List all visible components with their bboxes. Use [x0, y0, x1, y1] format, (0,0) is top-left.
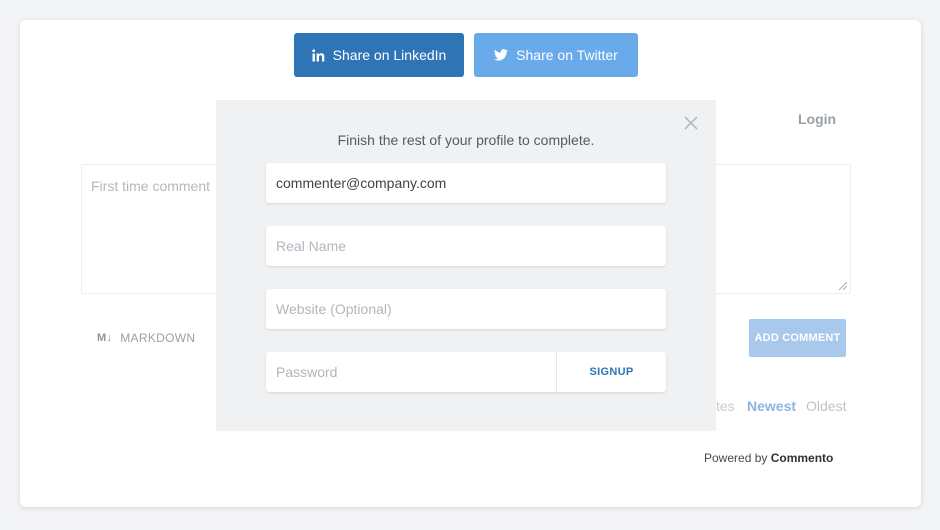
- twitter-icon: [494, 49, 509, 61]
- powered-by[interactable]: Powered by Commento: [704, 451, 833, 465]
- website-field[interactable]: Website (Optional): [266, 289, 666, 329]
- password-placeholder: Password: [276, 364, 338, 380]
- sort-newest[interactable]: Newest: [747, 398, 796, 414]
- real-name-field[interactable]: Real Name: [266, 226, 666, 266]
- add-comment-button[interactable]: ADD COMMENT: [749, 319, 846, 357]
- markdown-icon: M↓: [97, 332, 113, 344]
- share-twitter-button[interactable]: Share on Twitter: [474, 33, 638, 77]
- login-link[interactable]: Login: [798, 111, 836, 127]
- comment-placeholder: First time comment: [91, 178, 211, 194]
- resize-grip-icon[interactable]: [836, 279, 848, 291]
- powered-prefix: Powered by: [704, 451, 768, 465]
- powered-brand: Commento: [770, 451, 834, 465]
- share-linkedin-button[interactable]: Share on LinkedIn: [294, 33, 464, 77]
- real-name-placeholder: Real Name: [276, 238, 347, 254]
- password-field[interactable]: Password: [266, 352, 556, 392]
- email-field[interactable]: commenter@company.com: [266, 163, 666, 203]
- markdown-label: MARKDOWN: [120, 331, 196, 345]
- share-linkedin-label: Share on LinkedIn: [332, 47, 447, 63]
- website-placeholder: Website (Optional): [276, 301, 392, 317]
- signup-button[interactable]: SIGNUP: [556, 352, 666, 392]
- markdown-toggle[interactable]: M↓ MARKDOWN: [97, 331, 195, 345]
- sort-upvotes[interactable]: tes: [716, 398, 735, 414]
- sort-oldest[interactable]: Oldest: [806, 398, 846, 414]
- modal-message: Finish the rest of your profile to compl…: [337, 132, 595, 148]
- profile-completion-modal: Finish the rest of your profile to compl…: [216, 100, 716, 431]
- share-twitter-label: Share on Twitter: [516, 47, 618, 63]
- email-value: commenter@company.com: [276, 175, 447, 191]
- linkedin-icon: [311, 48, 325, 62]
- close-icon[interactable]: [682, 114, 700, 132]
- password-row: Password SIGNUP: [266, 352, 666, 392]
